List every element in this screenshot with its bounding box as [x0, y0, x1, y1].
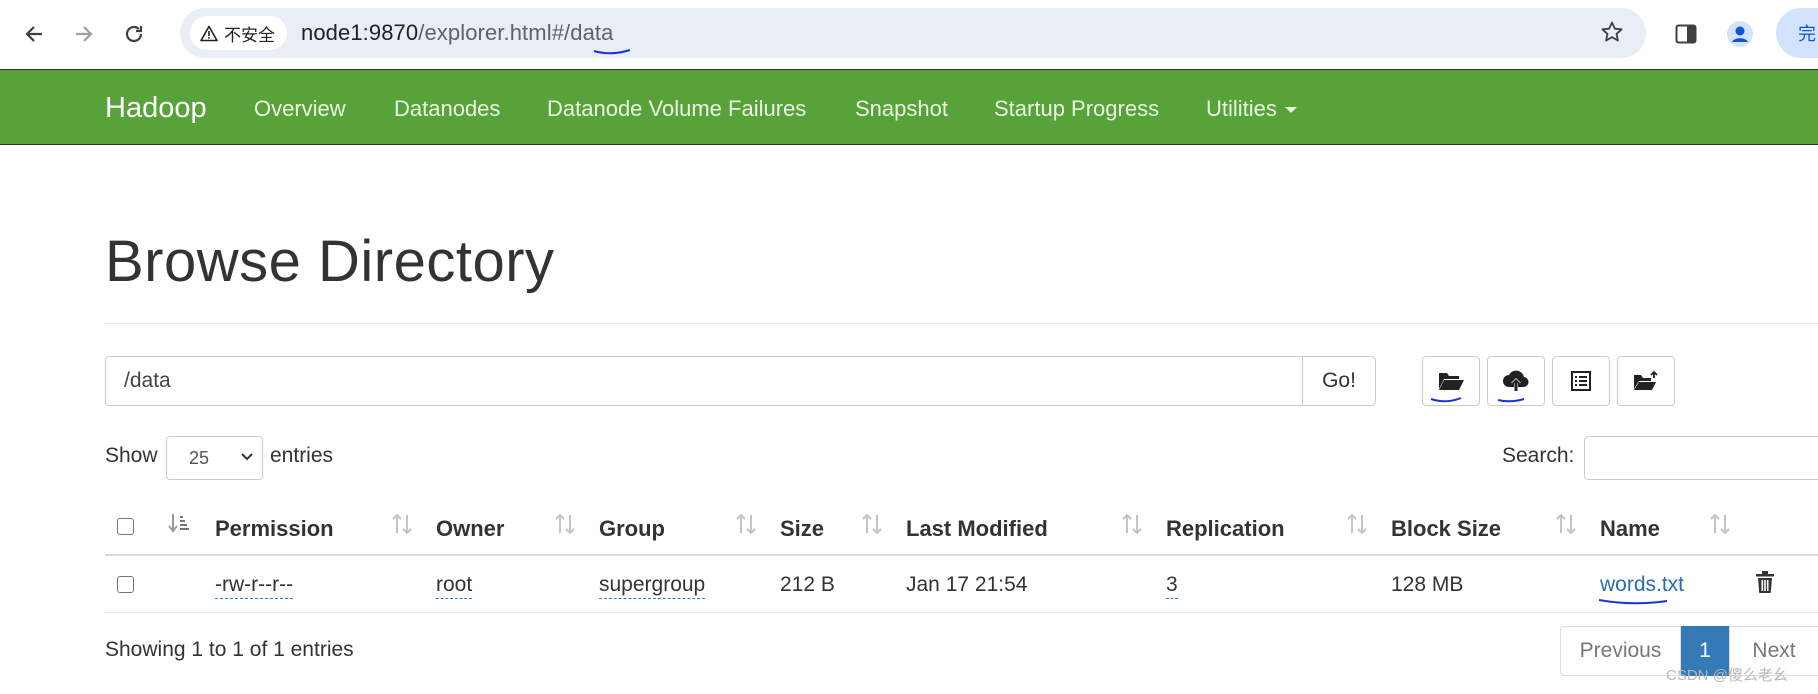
browser-chrome: 不安全 node1:9870/explorer.html#/data 完 [0, 0, 1818, 68]
url-path: /explorer.html#/data [418, 20, 614, 45]
block-size-cell: 128 MB [1391, 573, 1464, 596]
nav-utilities-label: Utilities [1206, 96, 1277, 121]
table-row-divider [105, 612, 1818, 613]
sort-both-icon[interactable] [1121, 512, 1143, 536]
pen-underline-mark [593, 49, 631, 55]
last-modified-cell: Jan 17 21:54 [906, 573, 1028, 596]
column-header-block-size[interactable]: Block Size [1391, 516, 1501, 542]
entries-label: entries [270, 444, 334, 467]
back-button[interactable] [14, 14, 54, 54]
page-length-select[interactable]: 25 [166, 436, 263, 480]
show-label: Show [105, 444, 158, 467]
profile-icon [1727, 21, 1753, 47]
column-header-last-modified[interactable]: Last Modified [906, 516, 1048, 542]
chevron-down-icon [241, 453, 253, 461]
search-label: Search: [1502, 444, 1575, 467]
group-cell[interactable]: supergroup [599, 573, 706, 599]
sort-both-icon[interactable] [1555, 512, 1577, 536]
column-header-replication[interactable]: Replication [1166, 516, 1285, 542]
list-icon [1571, 371, 1591, 391]
side-panel-icon [1675, 24, 1697, 44]
star-icon[interactable] [1600, 20, 1624, 44]
table-info: Showing 1 to 1 of 1 entries [105, 638, 354, 661]
sort-both-icon[interactable] [735, 512, 757, 536]
hadoop-navbar: Hadoop Overview Datanodes Datanode Volum… [0, 69, 1818, 145]
nav-datanodes[interactable]: Datanodes [394, 96, 500, 122]
warning-icon [200, 25, 218, 41]
cloud-upload-icon [1503, 370, 1529, 391]
folder-move-icon [1634, 370, 1658, 390]
directory-path-input[interactable]: /data [105, 356, 1303, 406]
sort-both-icon[interactable] [1346, 512, 1368, 536]
finish-label: 完 [1798, 24, 1816, 44]
finish-update-chip[interactable]: 完 [1776, 8, 1818, 58]
url-host: node1:9870 [301, 20, 419, 45]
cut-paste-button[interactable] [1617, 356, 1675, 406]
forward-arrow-icon [76, 26, 93, 42]
show-list-button[interactable] [1552, 356, 1610, 406]
pen-underline-mark [1497, 398, 1525, 403]
security-label: 不安全 [224, 25, 275, 45]
owner-cell[interactable]: root [436, 573, 473, 599]
watermark: CSDN @傻么老幺 [1666, 667, 1788, 684]
size-cell: 212 B [780, 573, 835, 596]
profile-button[interactable] [1720, 14, 1760, 54]
reload-icon [125, 25, 143, 43]
folder-open-icon [1439, 373, 1464, 390]
pen-underline-mark [1598, 599, 1668, 605]
file-name-link[interactable]: words.txt [1600, 573, 1684, 597]
page-title: Browse Directory [105, 229, 555, 294]
column-header-owner[interactable]: Owner [436, 516, 504, 542]
nav-datanode-volume-failures[interactable]: Datanode Volume Failures [547, 96, 806, 122]
forward-button[interactable] [64, 14, 104, 54]
replication-cell[interactable]: 3 [1166, 573, 1178, 599]
trash-icon[interactable] [1754, 570, 1776, 594]
table-header-divider [105, 554, 1818, 556]
permission-cell[interactable]: -rw-r--r-- [215, 573, 294, 599]
nav-overview[interactable]: Overview [254, 96, 346, 122]
side-panel-button[interactable] [1666, 14, 1706, 54]
nav-snapshot[interactable]: Snapshot [855, 96, 948, 122]
column-header-name[interactable]: Name [1600, 516, 1660, 542]
column-header-size[interactable]: Size [780, 516, 824, 542]
reload-button[interactable] [114, 14, 154, 54]
sort-both-icon[interactable] [391, 512, 413, 536]
sort-desc-icon[interactable] [168, 512, 192, 534]
brand-logo[interactable]: Hadoop [105, 92, 207, 125]
go-button[interactable]: Go! [1303, 356, 1376, 406]
column-header-permission[interactable]: Permission [215, 516, 334, 542]
column-header-group[interactable]: Group [599, 516, 665, 542]
sort-both-icon[interactable] [554, 512, 576, 536]
pen-underline-mark [1430, 397, 1462, 403]
back-arrow-icon [25, 26, 42, 42]
divider [105, 323, 1818, 324]
security-chip[interactable]: 不安全 [190, 16, 287, 50]
sort-both-icon[interactable] [861, 512, 883, 536]
caret-down-icon [1284, 107, 1297, 114]
previous-page-button[interactable]: Previous [1560, 626, 1681, 676]
nav-utilities-dropdown[interactable]: Utilities [1206, 96, 1297, 122]
select-all-checkbox[interactable] [117, 518, 134, 535]
url-text: node1:9870/explorer.html#/data [301, 20, 631, 55]
nav-startup-progress[interactable]: Startup Progress [994, 96, 1159, 122]
page-length-value: 25 [189, 448, 210, 468]
row-checkbox[interactable] [117, 576, 134, 593]
sort-both-icon[interactable] [1709, 512, 1731, 536]
address-bar[interactable]: 不安全 node1:9870/explorer.html#/data [180, 8, 1646, 58]
search-input[interactable] [1584, 436, 1818, 480]
